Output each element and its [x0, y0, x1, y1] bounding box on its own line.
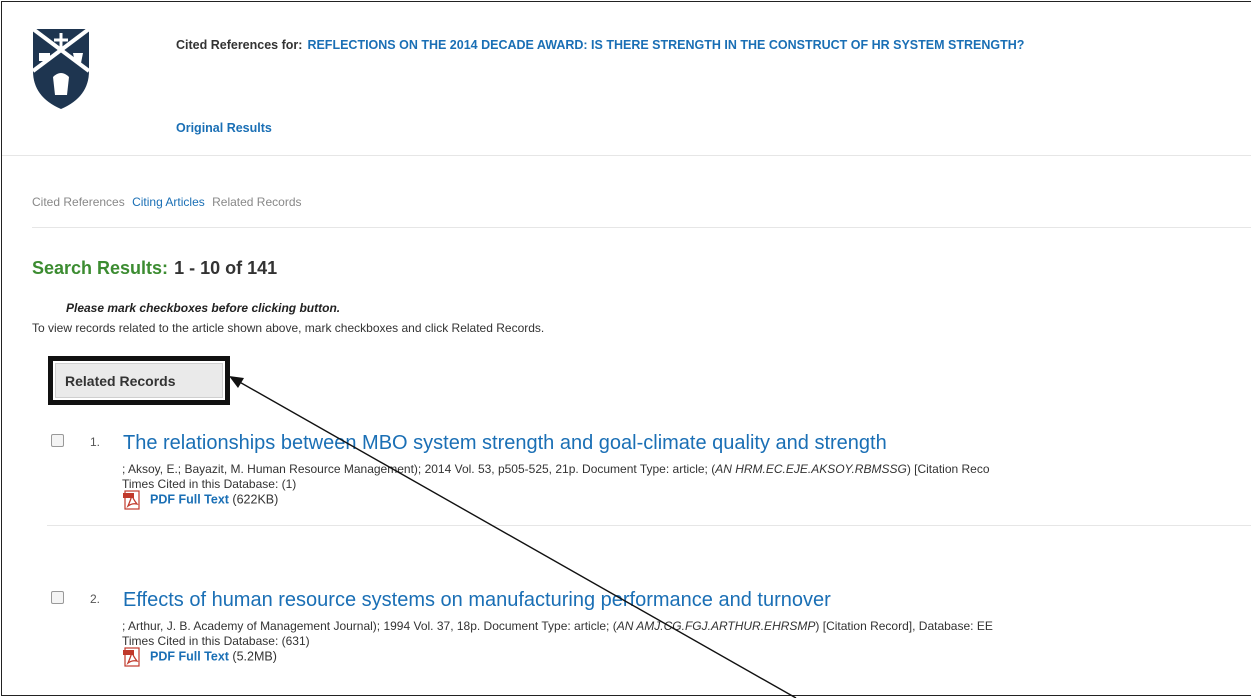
- result-times-cited: Times Cited in this Database: (1): [122, 477, 297, 491]
- cited-references-label: Cited References for:: [176, 38, 303, 52]
- subnav-citing-articles[interactable]: Citing Articles: [132, 195, 205, 209]
- result-title-link[interactable]: Effects of human resource systems on man…: [123, 589, 831, 612]
- result-citation-meta: ; Arthur, J. B. Academy of Management Jo…: [122, 619, 993, 633]
- page-frame: Cited References for: REFLECTIONS ON THE …: [1, 1, 1251, 696]
- pdf-file-size: (5.2MB): [232, 649, 277, 664]
- result-divider: [47, 525, 1251, 526]
- pdf-file-size: (622KB): [232, 492, 279, 507]
- result-number: 1.: [90, 435, 101, 449]
- related-records-instruction: To view records related to the article s…: [32, 321, 545, 335]
- related-records-button-highlight: Related Records: [48, 356, 230, 405]
- pdf-icon: [123, 647, 140, 667]
- university-shield-logo: [31, 27, 91, 109]
- subnav-divider: [32, 227, 1251, 228]
- search-results-range: 1 - 10 of 141: [174, 258, 278, 278]
- original-results-link[interactable]: Original Results: [176, 121, 272, 135]
- header-divider: [2, 155, 1251, 156]
- checkbox-note: Please mark checkboxes before clicking b…: [66, 301, 341, 315]
- pdf-full-text-link[interactable]: PDF Full Text: [150, 492, 229, 506]
- subnav-related-records[interactable]: Related Records: [212, 195, 301, 209]
- search-results-label: Search Results:: [32, 258, 169, 278]
- result-meta-suffix: ) [Citation Record], Database: EE: [815, 619, 993, 633]
- result-accession-number: AN AMJ.CG.FGJ.ARTHUR.EHRSMP: [616, 619, 816, 633]
- result-pdf-row: PDF Full Text (5.2MB): [122, 647, 277, 667]
- related-records-button[interactable]: Related Records: [55, 363, 223, 398]
- result-meta-suffix: ) [Citation Reco: [906, 462, 990, 476]
- cited-references-header: Cited References for: REFLECTIONS ON THE …: [176, 38, 1024, 52]
- pdf-icon: [123, 490, 140, 510]
- result-citation-meta: ; Aksoy, E.; Bayazit, M. Human Resource …: [122, 462, 990, 476]
- result-number: 2.: [90, 592, 101, 606]
- result-pdf-row: PDF Full Text (622KB): [122, 490, 278, 510]
- search-results-heading: Search Results: 1 - 10 of 141: [32, 258, 277, 279]
- record-subnav: Cited References Citing Articles Related…: [32, 195, 306, 209]
- result-times-cited: Times Cited in this Database: (631): [122, 634, 310, 648]
- result-meta-text: ; Arthur, J. B. Academy of Management Jo…: [122, 619, 617, 633]
- result-accession-number: AN HRM.EC.EJE.AKSOY.RBMSSG: [715, 462, 907, 476]
- result-meta-text: ; Aksoy, E.; Bayazit, M. Human Resource …: [122, 462, 716, 476]
- pdf-full-text-link[interactable]: PDF Full Text: [150, 649, 229, 663]
- result-checkbox[interactable]: [51, 591, 64, 604]
- subnav-cited-references[interactable]: Cited References: [32, 195, 125, 209]
- result-checkbox[interactable]: [51, 434, 64, 447]
- result-title-link[interactable]: The relationships between MBO system str…: [123, 432, 887, 455]
- article-title-link[interactable]: REFLECTIONS ON THE 2014 DECADE AWARD: IS…: [307, 38, 1024, 52]
